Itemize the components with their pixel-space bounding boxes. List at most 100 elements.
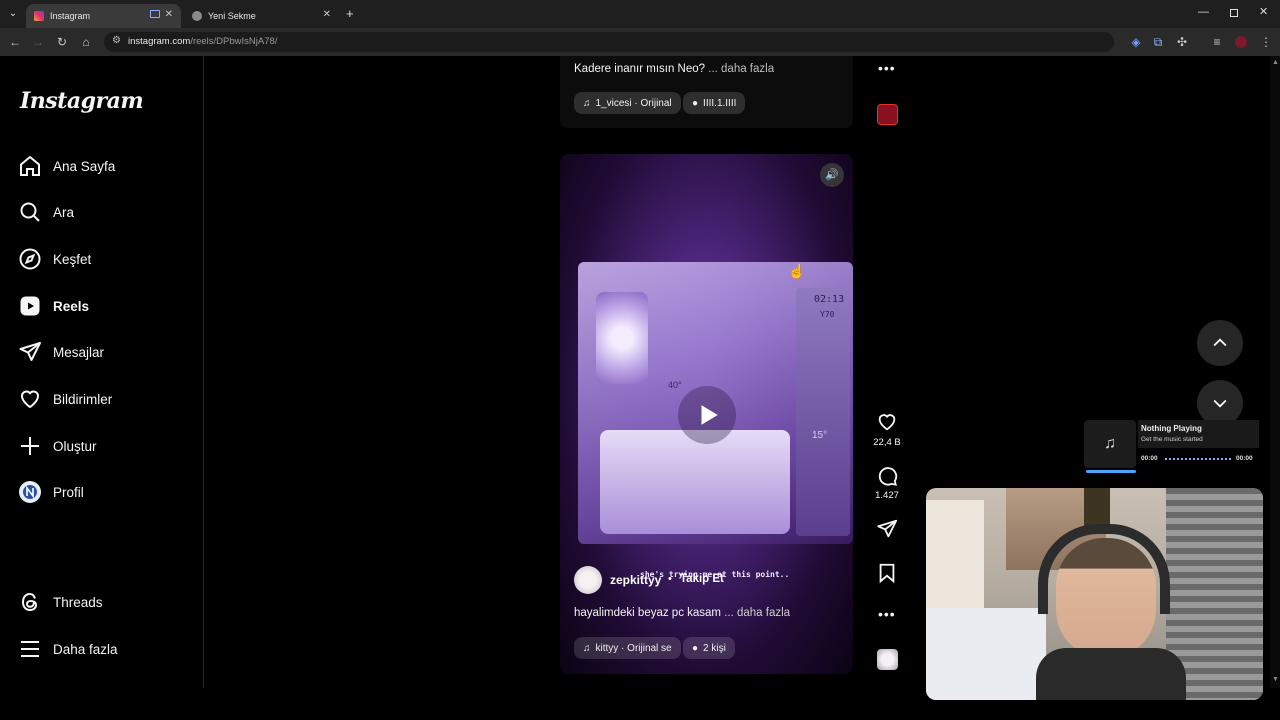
author-username[interactable]: zepkittyy xyxy=(610,573,661,587)
caption-text: hayalimdeki beyaz pc kasam xyxy=(574,607,722,619)
music-seek-bar[interactable] xyxy=(1165,458,1231,461)
page-scrollbar[interactable]: ▲ ▼ xyxy=(1270,56,1280,688)
comment-count: 1.427 xyxy=(875,490,899,501)
translate-icon[interactable]: ⧉ xyxy=(1150,34,1166,50)
tab-title: Yeni Sekme xyxy=(208,11,256,21)
tab-instagram[interactable]: Instagram ✕ xyxy=(26,4,181,28)
author-avatar[interactable] xyxy=(574,566,602,594)
close-window-icon[interactable]: ✕ xyxy=(1259,5,1268,18)
sidebar-item-threads[interactable]: Threads xyxy=(18,585,198,619)
scroll-down-arrow[interactable]: ▼ xyxy=(1272,676,1279,683)
address-bar[interactable]: ⚙ instagram.com/reels/DPbwIsNjA78/ xyxy=(104,32,1114,52)
instagram-favicon-icon xyxy=(34,11,44,21)
prev-reel-caption[interactable]: Kadere inanır mısın Neo? ... daha fazla xyxy=(574,63,774,75)
home-browser-icon[interactable]: ⌂ xyxy=(78,34,94,50)
sidebar-item-label: Oluştur xyxy=(53,438,97,454)
webcam-flag xyxy=(926,500,984,610)
case-text-clock: 02:13 xyxy=(814,294,845,305)
people-pill[interactable]: ● 2 kişi xyxy=(683,637,735,659)
follow-button[interactable]: Takip Et xyxy=(680,573,724,585)
media-controls-icon[interactable]: ≡ xyxy=(1209,34,1225,50)
person-icon: ● xyxy=(692,97,699,109)
reel-author[interactable]: zepkittyy • Takip Et xyxy=(574,566,814,596)
previous-reel-button[interactable] xyxy=(1197,320,1243,366)
play-button[interactable] xyxy=(678,386,736,444)
reel-caption[interactable]: hayalimdeki beyaz pc kasam ... daha fazl… xyxy=(574,607,790,619)
sidebar-item-more[interactable]: Daha fazla xyxy=(18,632,198,666)
tab-title: Instagram xyxy=(50,11,91,21)
cast-icon xyxy=(150,10,160,18)
audio-label: kittyy · Orijinal se xyxy=(595,642,672,654)
comment-icon xyxy=(878,467,898,486)
browser-tabstrip: ⌄ Instagram ✕ Yeni Sekme ✕ + — ✕ xyxy=(0,0,1280,28)
back-icon[interactable]: ← xyxy=(7,34,23,50)
prev-more-options-icon[interactable]: ••• xyxy=(878,60,896,76)
audio-pill[interactable]: ♫ 1_vicesi · Orijinal xyxy=(574,92,681,114)
profile-avatar-icon[interactable] xyxy=(1233,34,1249,50)
more-options-icon[interactable]: ••• xyxy=(878,606,896,622)
new-tab-button[interactable]: + xyxy=(346,6,354,21)
sidebar-item-create[interactable]: Oluştur xyxy=(18,429,198,463)
mouse-cursor-icon: ☝ xyxy=(788,263,806,279)
chevron-up-icon xyxy=(1213,338,1227,347)
video-frame-side-panel xyxy=(796,288,850,536)
webcam-person-body xyxy=(1036,648,1186,700)
play-icon xyxy=(701,405,718,425)
share-button[interactable] xyxy=(875,518,899,545)
people-label: IIII.1.IIII xyxy=(703,97,737,109)
site-info-icon[interactable]: ⚙ xyxy=(112,35,121,46)
audio-label: 1_vicesi · Orijinal xyxy=(595,97,672,109)
minimize-window-icon[interactable]: — xyxy=(1198,6,1209,18)
sidebar-item-home[interactable]: Ana Sayfa xyxy=(18,149,198,183)
threads-icon xyxy=(21,592,38,612)
chevron-down-icon xyxy=(1213,399,1227,408)
music-widget: ♫ Nothing Playing Get the music started … xyxy=(1084,420,1259,473)
url-host: instagram.com xyxy=(128,36,191,47)
sidebar-item-reels[interactable]: Reels xyxy=(18,289,198,323)
webcam-overlay xyxy=(926,488,1263,700)
tab-list-button[interactable]: ⌄ xyxy=(6,7,20,21)
like-button[interactable] xyxy=(875,411,899,438)
previous-reel[interactable]: Kadere inanır mısın Neo? ... daha fazla … xyxy=(560,56,853,128)
mute-toggle-button[interactable]: 🔊 xyxy=(820,163,844,187)
sidebar-item-profile[interactable]: Profil xyxy=(18,475,198,509)
restore-window-icon[interactable] xyxy=(1230,9,1238,17)
url-path: /reels/DPbwIsNjA78/ xyxy=(190,36,278,47)
send-icon xyxy=(877,519,898,538)
sidebar-item-explore[interactable]: Keşfet xyxy=(18,242,198,276)
comment-button[interactable] xyxy=(875,465,899,492)
reload-icon[interactable]: ↻ xyxy=(54,34,70,50)
sidebar-item-label: Mesajlar xyxy=(53,344,105,360)
sidebar-item-messages[interactable]: Mesajlar xyxy=(18,335,198,369)
browser-menu-icon[interactable]: ⋮ xyxy=(1258,34,1274,50)
extension-badge-icon[interactable]: ◈ xyxy=(1128,34,1144,50)
people-pill[interactable]: ● IIII.1.IIII xyxy=(683,92,746,114)
search-icon xyxy=(20,202,40,222)
close-tab-icon[interactable]: ✕ xyxy=(165,9,173,20)
close-tab-icon[interactable]: ✕ xyxy=(323,9,331,20)
case-text-temp: 40° xyxy=(668,380,682,390)
prev-audio-thumbnail[interactable] xyxy=(877,104,898,125)
extensions-puzzle-icon[interactable]: ✣ xyxy=(1174,34,1190,50)
tab-new[interactable]: Yeni Sekme ✕ xyxy=(184,4,339,28)
sidebar-item-search[interactable]: Ara xyxy=(18,195,198,229)
music-time-end: 00:00 xyxy=(1236,455,1253,462)
save-button[interactable] xyxy=(875,562,899,589)
sidebar-item-notifications[interactable]: Bildirimler xyxy=(18,382,198,416)
instagram-logo[interactable]: Instagram xyxy=(20,88,144,114)
music-time-start: 00:00 xyxy=(1141,455,1158,462)
forward-icon[interactable]: → xyxy=(30,34,46,50)
more-link[interactable]: ... daha fazla xyxy=(724,607,790,619)
sidebar-item-label: Daha fazla xyxy=(53,641,118,657)
scroll-up-arrow[interactable]: ▲ xyxy=(1272,59,1279,66)
chrome-favicon-icon xyxy=(192,11,202,21)
audio-pill[interactable]: ♫ kittyy · Orijinal se xyxy=(574,637,681,659)
like-count: 22,4 B xyxy=(873,437,901,448)
avatar-icon xyxy=(19,481,41,503)
menu-icon xyxy=(21,641,39,657)
more-link[interactable]: ... daha fazla xyxy=(708,63,774,75)
heart-icon xyxy=(20,390,40,409)
reels-icon xyxy=(20,296,40,316)
audio-thumbnail[interactable] xyxy=(877,649,898,670)
heart-icon xyxy=(878,414,896,431)
